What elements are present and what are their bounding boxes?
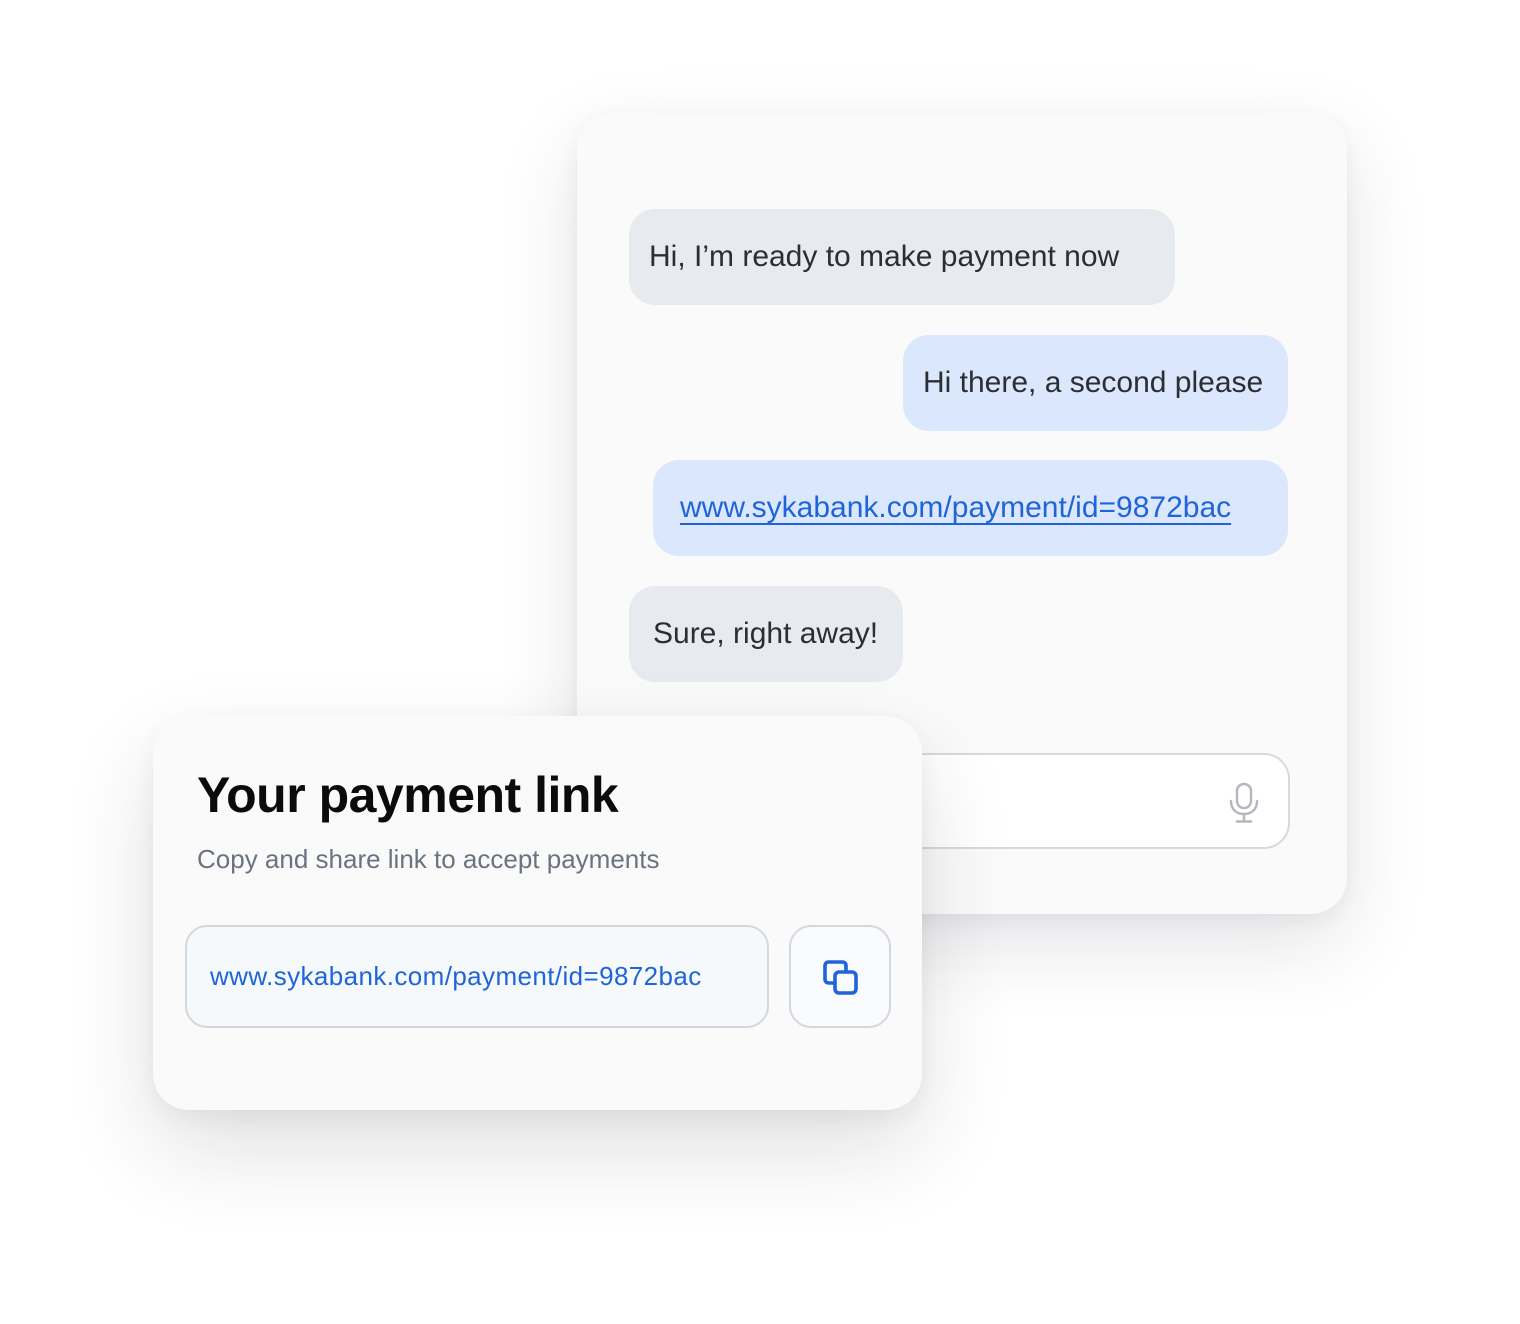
card-title: Your payment link [197,767,619,823]
message-bubble-incoming: Sure, right away! [629,586,903,682]
payment-link-in-chat[interactable]: www.sykabank.com/payment/id=9872bac [680,491,1231,525]
copy-link-button[interactable] [789,925,891,1028]
card-subtitle: Copy and share link to accept payments [197,844,660,874]
message-text: Hi there, a second please [923,366,1264,399]
message-text: Sure, right away! [653,617,879,650]
message-bubble-incoming: Hi, I’m ready to make payment now [629,209,1175,305]
payment-link-field[interactable]: www.sykabank.com/payment/id=9872bac [185,925,769,1028]
message-text: Hi, I’m ready to make payment now [649,240,1120,273]
message-bubble-outgoing: Hi there, a second please [903,335,1288,431]
microphone-icon[interactable] [1226,782,1262,824]
payment-link-text[interactable]: www.sykabank.com/payment/id=9872bac [210,961,702,992]
payment-link-card: Your payment link Copy and share link to… [153,716,922,1110]
message-bubble-outgoing-link: www.sykabank.com/payment/id=9872bac [653,460,1288,556]
copy-icon [823,959,858,995]
